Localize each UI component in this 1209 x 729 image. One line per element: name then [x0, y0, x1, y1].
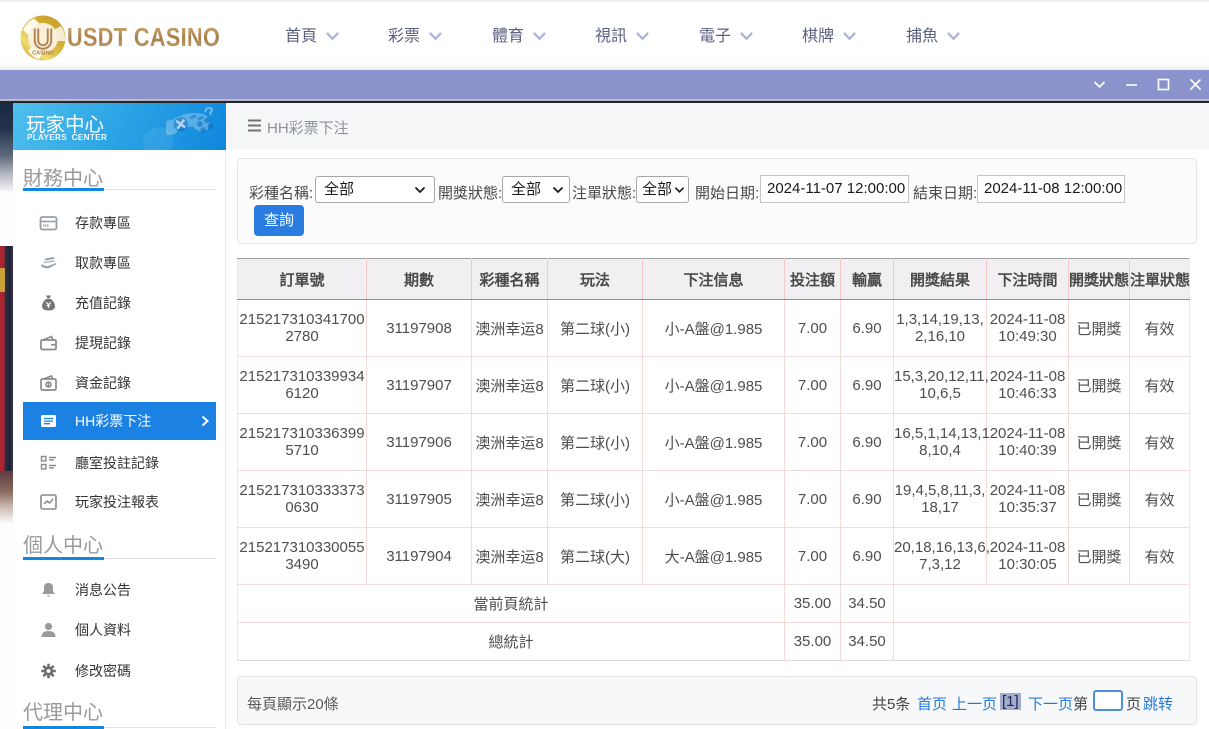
- svg-text:CASINO: CASINO: [32, 51, 54, 57]
